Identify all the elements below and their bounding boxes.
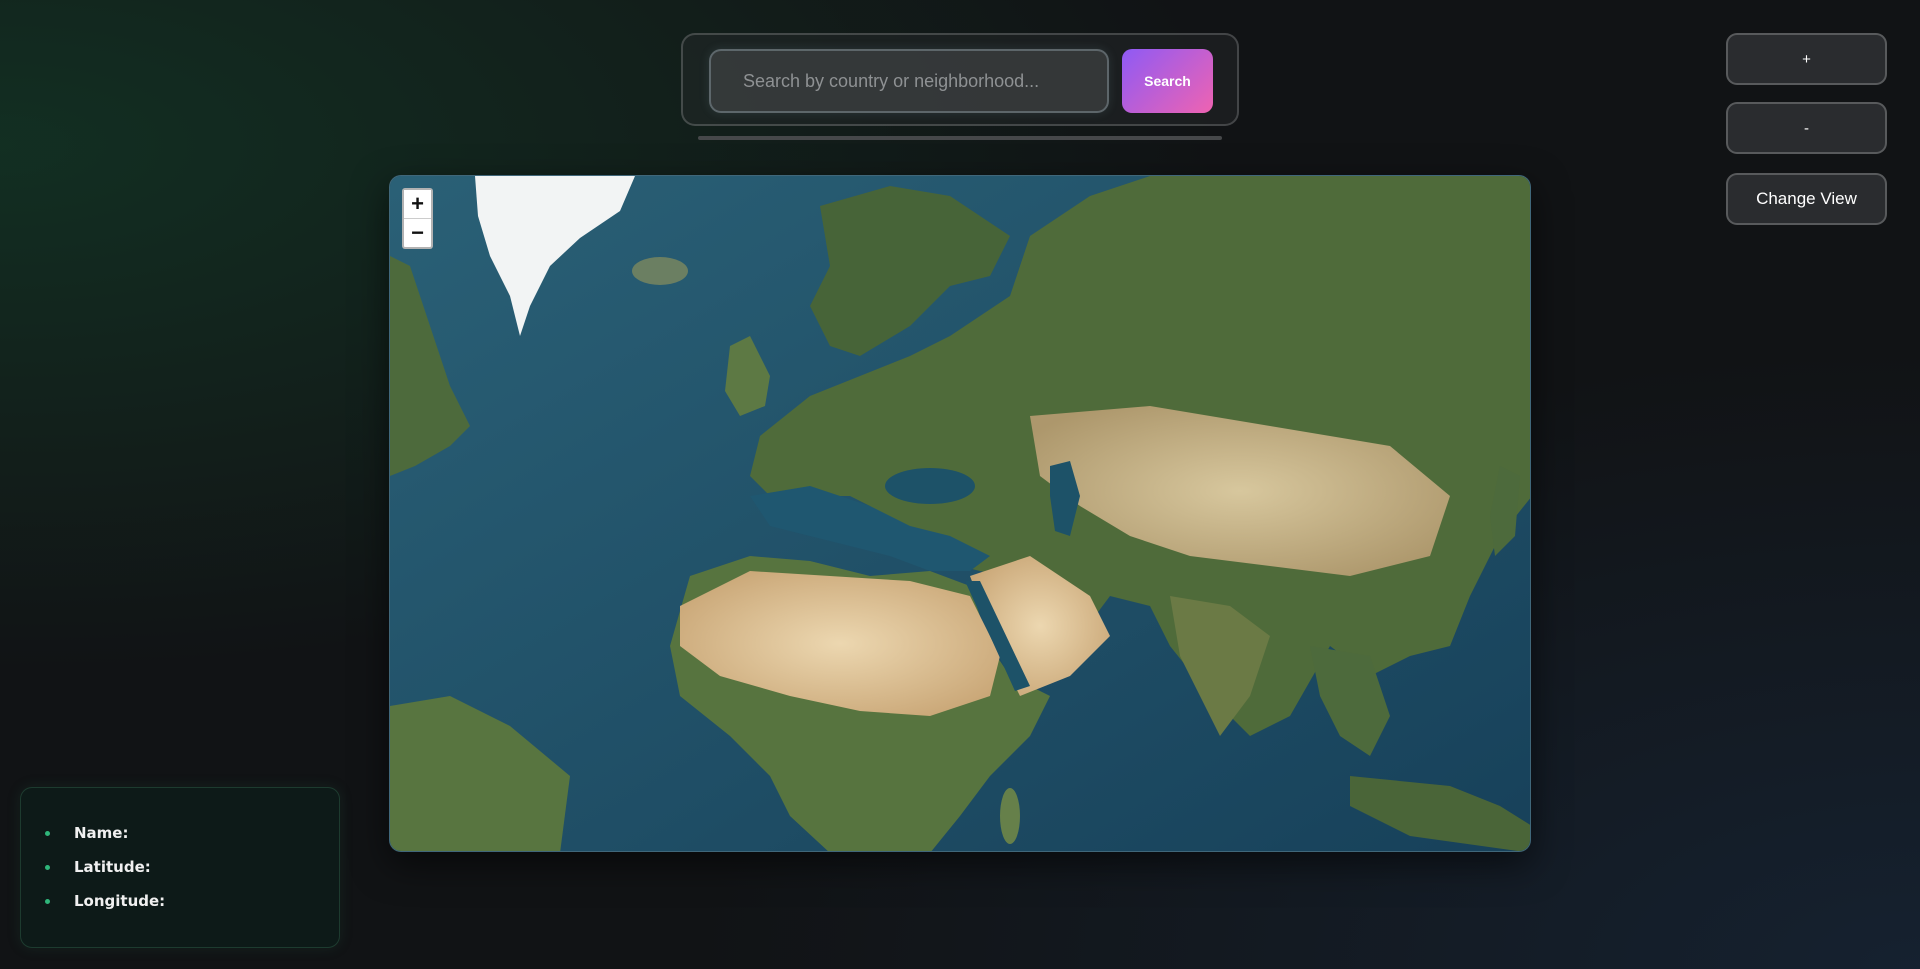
zoom-out-button[interactable]: - xyxy=(1726,102,1887,154)
map-zoom-out-button[interactable]: − xyxy=(404,218,431,246)
location-info-panel: Name: Latitude: Longitude: xyxy=(20,787,340,948)
search-button[interactable]: Search xyxy=(1122,49,1213,113)
zoom-in-button[interactable]: + xyxy=(1726,33,1887,85)
map-zoom-in-button[interactable]: + xyxy=(404,190,431,218)
search-panel: Search xyxy=(681,33,1239,126)
iceland-landmass xyxy=(632,257,688,285)
bullet-icon xyxy=(45,864,50,870)
black-sea xyxy=(885,468,975,504)
change-view-button[interactable]: Change View xyxy=(1726,173,1887,225)
info-item-name: Name: xyxy=(45,816,315,850)
info-item-longitude: Longitude: xyxy=(45,884,315,918)
map-zoom-control: + − xyxy=(402,188,433,249)
location-info-list: Name: Latitude: Longitude: xyxy=(45,816,315,918)
map-container[interactable]: + − xyxy=(389,175,1531,852)
search-input[interactable] xyxy=(709,49,1109,113)
search-progress-bar xyxy=(698,136,1222,140)
bullet-icon xyxy=(45,830,50,836)
satellite-map[interactable] xyxy=(390,176,1531,852)
info-item-latitude: Latitude: xyxy=(45,850,315,884)
info-label-longitude: Longitude: xyxy=(74,892,166,910)
bullet-icon xyxy=(45,898,50,904)
info-label-name: Name: xyxy=(74,824,129,842)
madagascar-landmass xyxy=(1000,788,1020,844)
info-label-latitude: Latitude: xyxy=(74,858,151,876)
